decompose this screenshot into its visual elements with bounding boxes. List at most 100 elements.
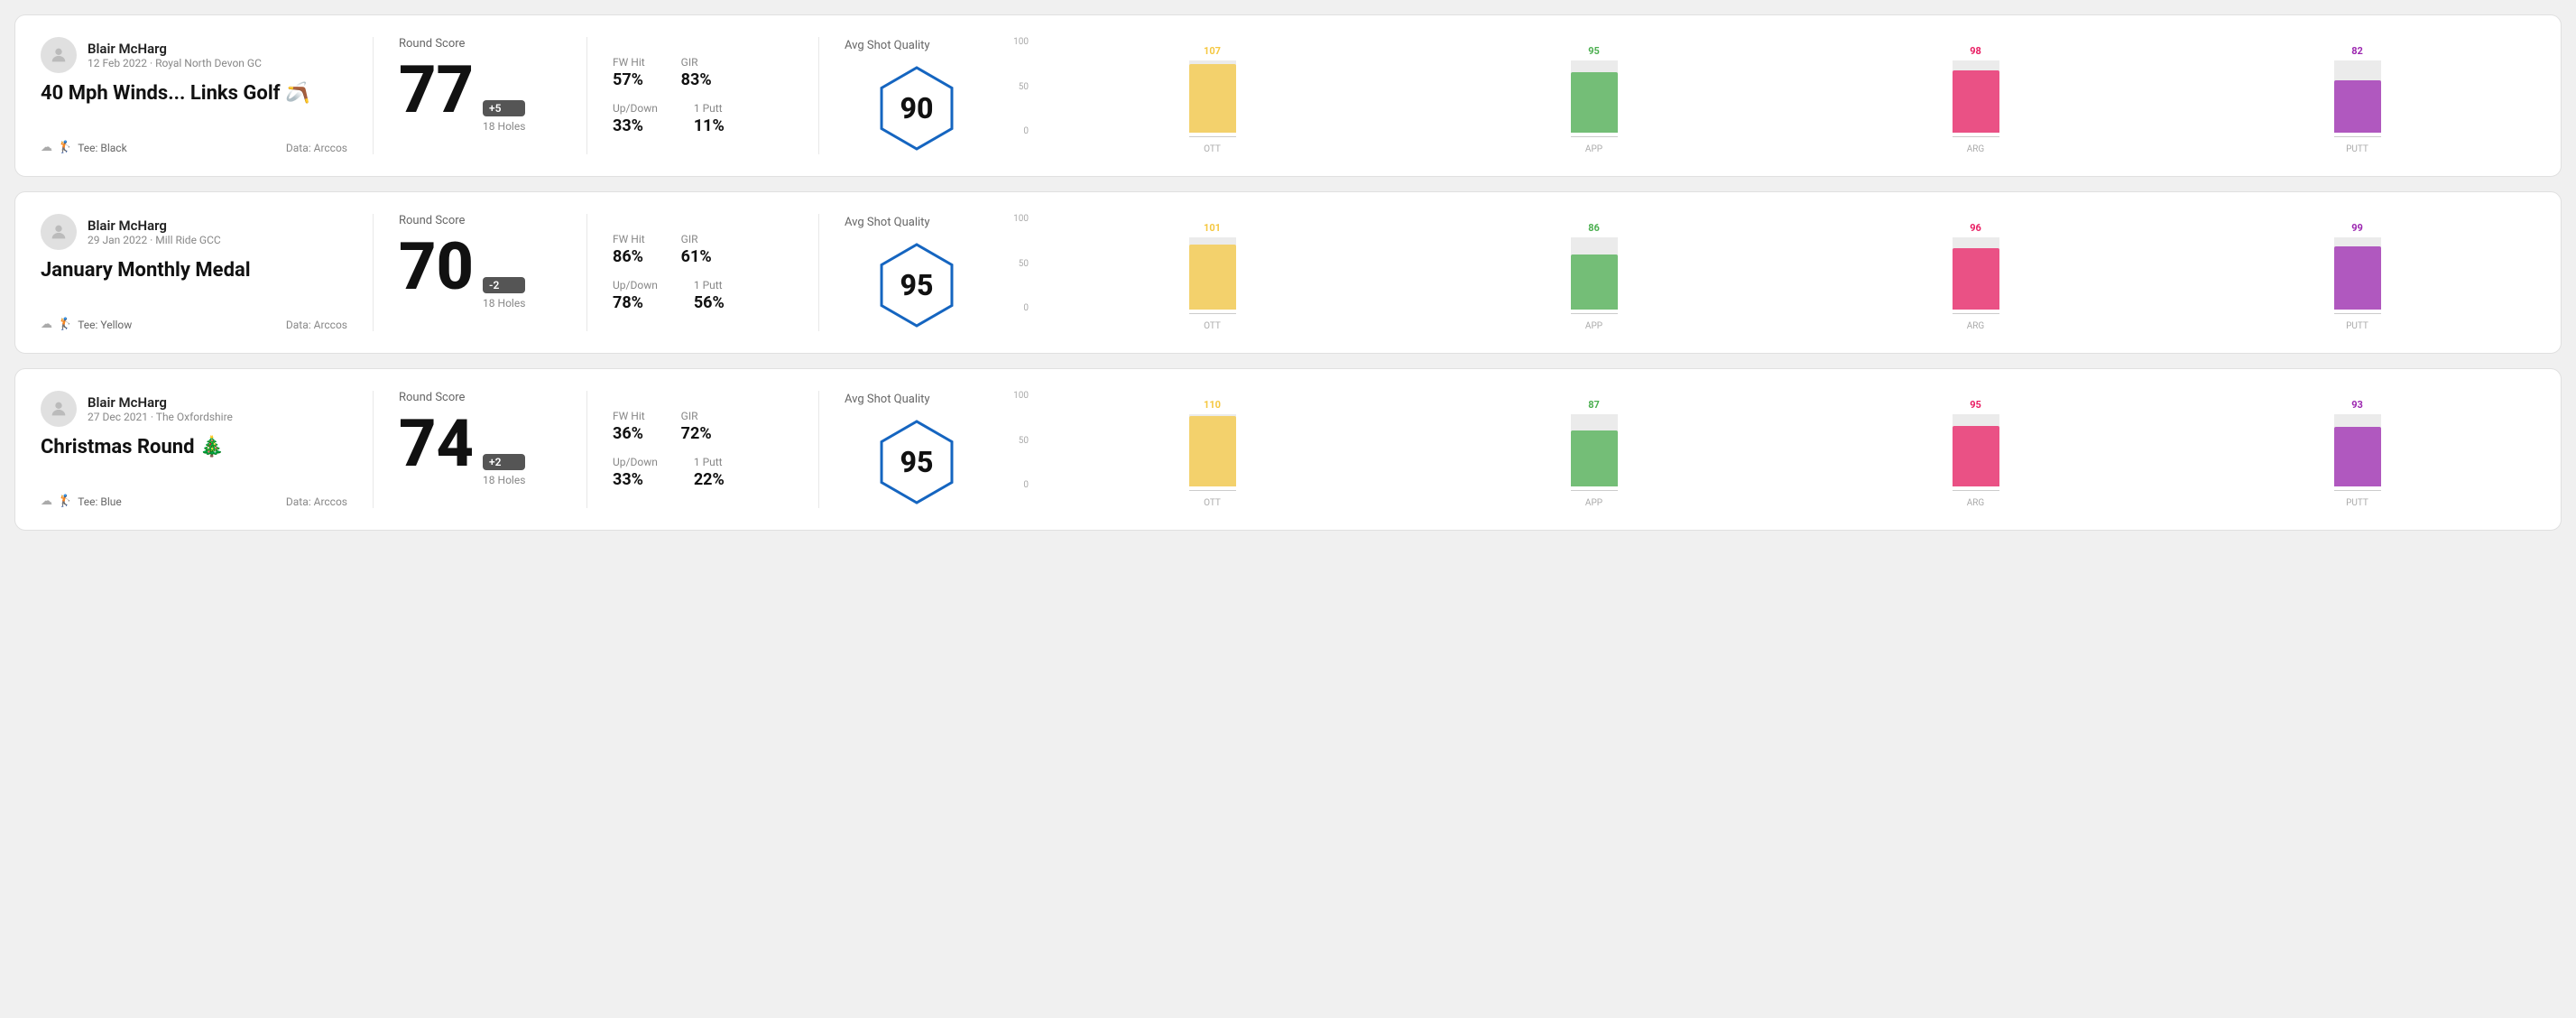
score-row: 70 -2 18 Holes [399, 235, 561, 310]
card-left: Blair McHarg 12 Feb 2022 · Royal North D… [41, 37, 347, 154]
bar-x-label: ARG [1967, 498, 1985, 508]
gir-label: GIR [681, 410, 712, 422]
chart-bar-group: 82 PUTT [2179, 45, 2535, 154]
score-diff-badge: -2 [483, 277, 525, 293]
avatar [41, 391, 77, 427]
hexagon-container: 95 [872, 417, 962, 507]
quality-section: Avg Shot Quality 90 [845, 37, 989, 154]
score-holes: 18 Holes [483, 120, 525, 133]
weather-icon: ☁ [41, 318, 52, 331]
chart-bar-group: 93 PUTT [2179, 399, 2535, 508]
stats-section: FW Hit 86% GIR 61% Up/Down 78% 1 Putt 56… [613, 214, 793, 331]
bar-x-label: APP [1585, 321, 1602, 331]
y-axis-label: 100 [1013, 214, 1029, 224]
vertical-divider-3 [818, 37, 819, 154]
user-name: Blair McHarg [88, 217, 221, 234]
golf-bag-icon: 🏌 [58, 318, 72, 331]
vertical-divider-2 [586, 391, 587, 508]
card-footer: ☁ 🏌 Tee: Yellow Data: Arccos [41, 318, 347, 331]
round-score-label: Round Score [399, 391, 561, 404]
chart-bar-group: 95 APP [1416, 45, 1772, 154]
user-info: Blair McHarg 12 Feb 2022 · Royal North D… [88, 41, 262, 69]
hexagon-score: 95 [900, 445, 934, 479]
bar-value-label: 98 [1970, 45, 1981, 57]
bar-x-label: OTT [1204, 498, 1221, 508]
bar-value-label: 95 [1970, 399, 1981, 411]
fw-hit-value: 36% [613, 424, 645, 443]
bar-value-label: 110 [1204, 399, 1221, 411]
score-section: Round Score 70 -2 18 Holes [399, 214, 561, 331]
bar-x-label: ARG [1967, 321, 1985, 331]
bar-x-label: OTT [1204, 321, 1221, 331]
tee-label: Tee: Black [78, 142, 126, 154]
fw-hit-value: 86% [613, 247, 645, 266]
score-badge-group: +5 18 Holes [483, 100, 525, 133]
round-meta: 29 Jan 2022 · Mill Ride GCC [88, 234, 221, 246]
stats-section: FW Hit 36% GIR 72% Up/Down 33% 1 Putt 22… [613, 391, 793, 508]
stats-section: FW Hit 57% GIR 83% Up/Down 33% 1 Putt 11… [613, 37, 793, 154]
stats-row-top: FW Hit 36% GIR 72% [613, 410, 793, 443]
stats-row-bottom: Up/Down 33% 1 Putt 11% [613, 102, 793, 135]
chart-bar-group: 87 APP [1416, 399, 1772, 508]
gir-value: 83% [681, 70, 712, 89]
stats-row-bottom: Up/Down 33% 1 Putt 22% [613, 456, 793, 489]
data-source: Data: Arccos [286, 142, 347, 154]
round-title: Christmas Round 🎄 [41, 436, 347, 458]
vertical-divider-3 [818, 214, 819, 331]
bar-value-label: 82 [2351, 45, 2363, 57]
round-meta: 27 Dec 2021 · The Oxfordshire [88, 411, 233, 423]
score-diff-badge: +5 [483, 100, 525, 116]
updown-value: 33% [613, 470, 658, 489]
hexagon-container: 95 [872, 240, 962, 330]
bar-fill [1189, 245, 1236, 310]
round-card: Blair McHarg 29 Jan 2022 · Mill Ride GCC… [14, 191, 2562, 354]
bar-fill [2334, 80, 2381, 133]
hexagon-score: 95 [900, 268, 934, 302]
round-card: Blair McHarg 27 Dec 2021 · The Oxfordshi… [14, 368, 2562, 531]
fw-hit-label: FW Hit [613, 410, 645, 422]
stats-row-top: FW Hit 57% GIR 83% [613, 56, 793, 89]
round-title: January Monthly Medal [41, 259, 347, 282]
putt-label: 1 Putt [694, 456, 725, 468]
user-info: Blair McHarg 29 Jan 2022 · Mill Ride GCC [88, 217, 221, 246]
score-holes: 18 Holes [483, 474, 525, 486]
bar-fill [1953, 70, 1999, 133]
score-badge-group: -2 18 Holes [483, 277, 525, 310]
score-row: 74 +2 18 Holes [399, 412, 561, 486]
bar-value-label: 99 [2351, 222, 2363, 234]
y-axis-label: 0 [1023, 303, 1029, 313]
y-axis-label: 100 [1013, 37, 1029, 47]
stat-gir: GIR 72% [681, 410, 712, 443]
bar-value-label: 86 [1588, 222, 1600, 234]
updown-label: Up/Down [613, 279, 658, 292]
bar-fill [1571, 255, 1618, 310]
vertical-divider-3 [818, 391, 819, 508]
chart-section: 100500 110 OTT 87 APP 95 ARG 93 [989, 391, 2535, 508]
y-axis-label: 50 [1019, 436, 1029, 446]
stat-putt: 1 Putt 11% [694, 102, 725, 135]
gir-value: 72% [681, 424, 712, 443]
chart-section: 100500 107 OTT 95 APP 98 ARG 82 [989, 37, 2535, 154]
score-section: Round Score 74 +2 18 Holes [399, 391, 561, 508]
fw-hit-label: FW Hit [613, 233, 645, 245]
putt-label: 1 Putt [694, 102, 725, 115]
avg-shot-quality-label: Avg Shot Quality [845, 39, 930, 52]
avg-shot-quality-label: Avg Shot Quality [845, 393, 930, 406]
round-title: 40 Mph Winds... Links Golf 🪃 [41, 82, 347, 105]
card-footer: ☁ 🏌 Tee: Blue Data: Arccos [41, 495, 347, 508]
stat-fw-hit: FW Hit 57% [613, 56, 645, 89]
y-axis-label: 0 [1023, 126, 1029, 136]
data-source: Data: Arccos [286, 319, 347, 331]
golf-bag-icon: 🏌 [58, 141, 72, 154]
fw-hit-value: 57% [613, 70, 645, 89]
fw-hit-label: FW Hit [613, 56, 645, 69]
user-row: Blair McHarg 29 Jan 2022 · Mill Ride GCC [41, 214, 347, 250]
card-left: Blair McHarg 27 Dec 2021 · The Oxfordshi… [41, 391, 347, 508]
tee-info: ☁ 🏌 Tee: Blue [41, 495, 122, 508]
score-holes: 18 Holes [483, 297, 525, 310]
round-score-label: Round Score [399, 37, 561, 51]
hexagon-score: 90 [900, 91, 934, 125]
score-value: 70 [399, 235, 474, 300]
chart-bar-group: 95 ARG [1797, 399, 2154, 508]
vertical-divider [373, 37, 374, 154]
